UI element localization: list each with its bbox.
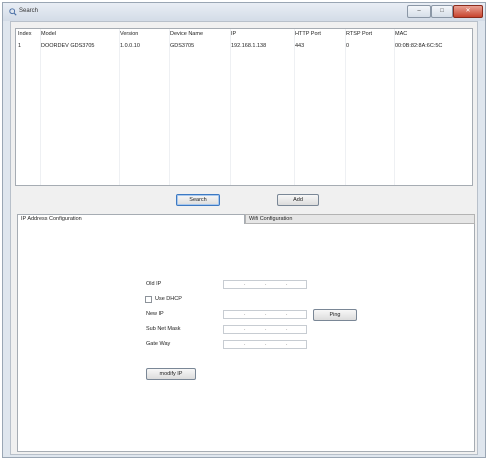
- column-divider: [394, 29, 395, 185]
- column-header-ip[interactable]: IP: [231, 31, 236, 37]
- column-header-http-port[interactable]: HTTP Port: [295, 31, 321, 37]
- column-divider: [40, 29, 41, 185]
- minimize-button[interactable]: –: [407, 5, 431, 18]
- new-ip-field[interactable]: . . .: [223, 310, 307, 319]
- window-client-area: Index Model Version Device Name IP HTTP …: [10, 21, 478, 455]
- add-button[interactable]: Add: [277, 194, 319, 206]
- cell-model: DOORDEV GDS3705: [41, 43, 95, 49]
- title-bar[interactable]: Search – □ ✕: [3, 3, 485, 21]
- column-header-model[interactable]: Model: [41, 31, 56, 37]
- column-header-version[interactable]: Version: [120, 31, 138, 37]
- old-ip-field[interactable]: . . .: [223, 280, 307, 289]
- cell-device-name: GDS3705: [170, 43, 195, 49]
- cell-rtsp-port: 0: [346, 43, 350, 49]
- ip-separator: .: [286, 326, 288, 332]
- maximize-button[interactable]: □: [431, 5, 453, 18]
- column-header-mac[interactable]: MAC: [395, 31, 407, 37]
- modify-ip-button[interactable]: modify IP: [146, 368, 196, 380]
- cell-ip: 192.168.1.138: [231, 43, 267, 49]
- window-title: Search: [19, 8, 39, 14]
- search-window: Search – □ ✕ Index Model Version Device …: [2, 2, 486, 458]
- ip-separator: .: [265, 281, 267, 287]
- ip-separator: .: [286, 341, 288, 347]
- column-divider: [294, 29, 295, 185]
- column-divider: [119, 29, 120, 185]
- device-list-table[interactable]: Index Model Version Device Name IP HTTP …: [15, 28, 473, 186]
- ip-separator: .: [265, 311, 267, 317]
- subnet-mask-label: Sub Net Mask: [146, 326, 181, 332]
- ip-separator: .: [244, 281, 246, 287]
- table-row[interactable]: 1 DOORDEV GDS3705 1.0.0.10 GDS3705 192.1…: [16, 42, 472, 52]
- cell-version: 1.0.0.10: [120, 43, 140, 49]
- table-header: Index Model Version Device Name IP HTTP …: [16, 30, 472, 40]
- close-button[interactable]: ✕: [453, 5, 483, 18]
- ip-separator: .: [244, 326, 246, 332]
- cell-http-port: 443: [295, 43, 305, 49]
- ip-separator: .: [265, 341, 267, 347]
- ip-config-panel: Old IP . . . Use DHCP New IP . . . Ping …: [17, 224, 475, 452]
- search-button[interactable]: Search: [176, 194, 220, 206]
- use-dhcp-label: Use DHCP: [155, 296, 182, 302]
- subnet-mask-field[interactable]: . . .: [223, 325, 307, 334]
- old-ip-label: Old IP: [146, 281, 162, 287]
- column-header-index[interactable]: Index: [18, 31, 31, 37]
- column-divider: [169, 29, 170, 185]
- config-tabs: IP Address Configuration Wifi Configurat…: [17, 214, 475, 224]
- ip-separator: .: [286, 281, 288, 287]
- ip-separator: .: [265, 326, 267, 332]
- column-header-device-name[interactable]: Device Name: [170, 31, 203, 37]
- ip-separator: .: [286, 311, 288, 317]
- column-divider: [345, 29, 346, 185]
- tab-wifi-configuration[interactable]: Wifi Configuration: [245, 214, 475, 224]
- new-ip-label: New IP: [146, 311, 164, 317]
- magnifier-icon: [9, 8, 17, 16]
- column-divider: [230, 29, 231, 185]
- column-header-rtsp-port[interactable]: RTSP Port: [346, 31, 372, 37]
- ip-separator: .: [244, 311, 246, 317]
- cell-mac: 00:0B:82:8A:6C:5C: [395, 43, 443, 49]
- tab-ip-address-configuration[interactable]: IP Address Configuration: [17, 214, 245, 224]
- ping-button[interactable]: Ping: [313, 309, 357, 321]
- ip-separator: .: [244, 341, 246, 347]
- use-dhcp-checkbox[interactable]: [145, 296, 152, 303]
- gateway-label: Gate Way: [146, 341, 171, 347]
- cell-index: 1: [18, 43, 22, 49]
- gateway-field[interactable]: . . .: [223, 340, 307, 349]
